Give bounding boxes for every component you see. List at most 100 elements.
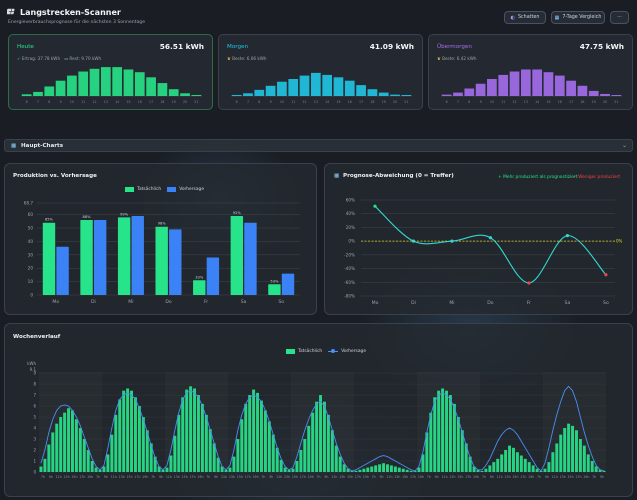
- hour-bar: [401, 95, 412, 96]
- bar-forecast: [244, 222, 257, 295]
- hour-bar: [566, 80, 576, 96]
- hour-bar: [333, 77, 344, 96]
- hour-bar: [441, 94, 452, 96]
- data-label: 53%: [270, 279, 279, 283]
- hour-bar: [208, 429, 212, 472]
- hour-bar: [362, 468, 366, 472]
- x-tick-label: 15h: [512, 475, 518, 479]
- hour-tick-label: 21: [404, 100, 408, 104]
- hour-tick-label: 14: [325, 100, 329, 104]
- hour-bar: [169, 455, 173, 472]
- x-tick-label: 7h: [96, 475, 100, 479]
- hour-bar: [509, 71, 520, 96]
- hour-bar: [94, 467, 98, 472]
- hour-bar: [405, 469, 409, 472]
- hour-bar: [71, 410, 74, 472]
- x-tick-label: Do: [165, 299, 172, 305]
- hour-bar: [512, 447, 515, 472]
- day-card-tomorrow[interactable]: Morgen 41.09 kWh ♛ Beste: 6.06 kWh 67891…: [218, 34, 423, 110]
- more-button[interactable]: ···: [610, 11, 629, 24]
- hour-bar: [492, 462, 496, 472]
- day-card-today[interactable]: Heute 56.51 kWh ✓ Ertrag: 37.78 kWh ▭ Re…: [8, 34, 213, 110]
- hour-bar: [200, 403, 204, 472]
- hour-bar: [307, 425, 311, 472]
- data-label: 99%: [120, 212, 129, 216]
- hour-tick-label: 13: [314, 100, 318, 104]
- x-tick-label: 9h: [600, 475, 604, 479]
- y-tick-label: -60%: [344, 280, 355, 285]
- hour-bar: [358, 469, 362, 472]
- hour-tick-label: 13: [104, 100, 108, 104]
- hour-bar: [445, 390, 448, 472]
- production-chart: 0 10 20 30 40 50 60 68.7 85% Mo 88% Di 99% Mi 98% Do 33%…: [24, 201, 300, 305]
- zero-label: 0%: [616, 239, 623, 244]
- hour-tick-label: 16: [348, 100, 352, 104]
- hour-bar: [554, 75, 565, 96]
- hour-bar: [496, 458, 500, 472]
- hour-bar: [181, 397, 185, 472]
- x-tick-label: 11h: [497, 475, 503, 479]
- shade-button[interactable]: ◐ Schatten: [504, 11, 546, 24]
- hour-bar: [51, 432, 55, 472]
- hour-bar: [197, 395, 200, 472]
- hour-tick-label: 9: [60, 100, 62, 104]
- hour-bar: [165, 467, 169, 472]
- x-tick-label: 17h: [465, 475, 471, 479]
- hour-bar: [571, 425, 574, 472]
- data-label: 98%: [158, 222, 167, 226]
- hour-bar: [500, 454, 504, 472]
- day-bars-chart: 6 7 8 9 10 11 12 13 14 15 16 17 18 19 20 21: [231, 72, 412, 104]
- hour-bar: [498, 74, 509, 96]
- production-panel: Produktion vs. Vorhersage Tatsächlich Vo…: [4, 163, 317, 315]
- hour-bar: [271, 434, 275, 472]
- hour-bar: [252, 389, 256, 472]
- x-tick-label: 15h: [237, 475, 243, 479]
- hour-bar: [240, 419, 244, 472]
- deviation-point: [604, 273, 608, 277]
- hour-tick-label: 16: [138, 100, 142, 104]
- chart-icon: ▦: [554, 14, 560, 21]
- hour-bar: [126, 388, 130, 472]
- hour-bar: [441, 388, 445, 472]
- hour-bar: [397, 467, 401, 472]
- y-tick-label: 0: [33, 470, 36, 475]
- hour-bar: [326, 414, 330, 472]
- compare-button[interactable]: ▦ 7-Tage Vergleich: [551, 11, 605, 24]
- x-tick-label: 15h: [292, 475, 298, 479]
- hour-bar: [110, 434, 114, 472]
- hour-bar: [146, 77, 156, 96]
- hour-bar: [78, 428, 82, 472]
- shade-button-label: Schatten: [517, 15, 540, 20]
- x-tick-label: 7h: [41, 475, 45, 479]
- hour-bar: [67, 408, 70, 472]
- hour-bar: [177, 414, 181, 472]
- y-tick-label: 3: [33, 437, 36, 442]
- x-tick-label: 15h: [127, 475, 133, 479]
- hour-tick-label: 10: [490, 100, 494, 104]
- x-tick-label: 13h: [560, 475, 566, 479]
- section-header[interactable]: ▦ Haupt-Charts ⌄: [4, 139, 633, 152]
- hour-tick-label: 10: [70, 100, 74, 104]
- hour-bar: [366, 467, 370, 472]
- section-title: Haupt-Charts: [21, 143, 64, 149]
- y-tick-label: 20%: [346, 225, 355, 230]
- chevron-down-icon[interactable]: ⌄: [622, 142, 627, 149]
- y-max-label: 9.1: [30, 367, 37, 372]
- hour-tick-label: 20: [393, 100, 397, 104]
- hour-bar: [231, 94, 242, 96]
- y-tick-label: 68.7: [24, 201, 34, 206]
- hour-bar: [378, 464, 382, 472]
- y-tick-label: 50: [28, 226, 34, 231]
- hour-tick-label: 14: [535, 100, 539, 104]
- x-tick-label: 19h: [87, 475, 93, 479]
- hour-bar: [322, 74, 333, 96]
- x-tick-label: 11h: [386, 475, 392, 479]
- hour-bar: [449, 395, 452, 472]
- day-card-day-after[interactable]: Übermorgen 47.75 kWh ♛ Beste: 6.42 kWh 6…: [428, 34, 633, 110]
- hour-bar: [267, 421, 271, 472]
- x-tick-label: 11h: [166, 475, 172, 479]
- y-tick-label: -80%: [344, 294, 355, 299]
- hour-tick-label: 11: [291, 100, 295, 104]
- hour-tick-label: 12: [512, 100, 516, 104]
- hour-bar: [232, 456, 236, 472]
